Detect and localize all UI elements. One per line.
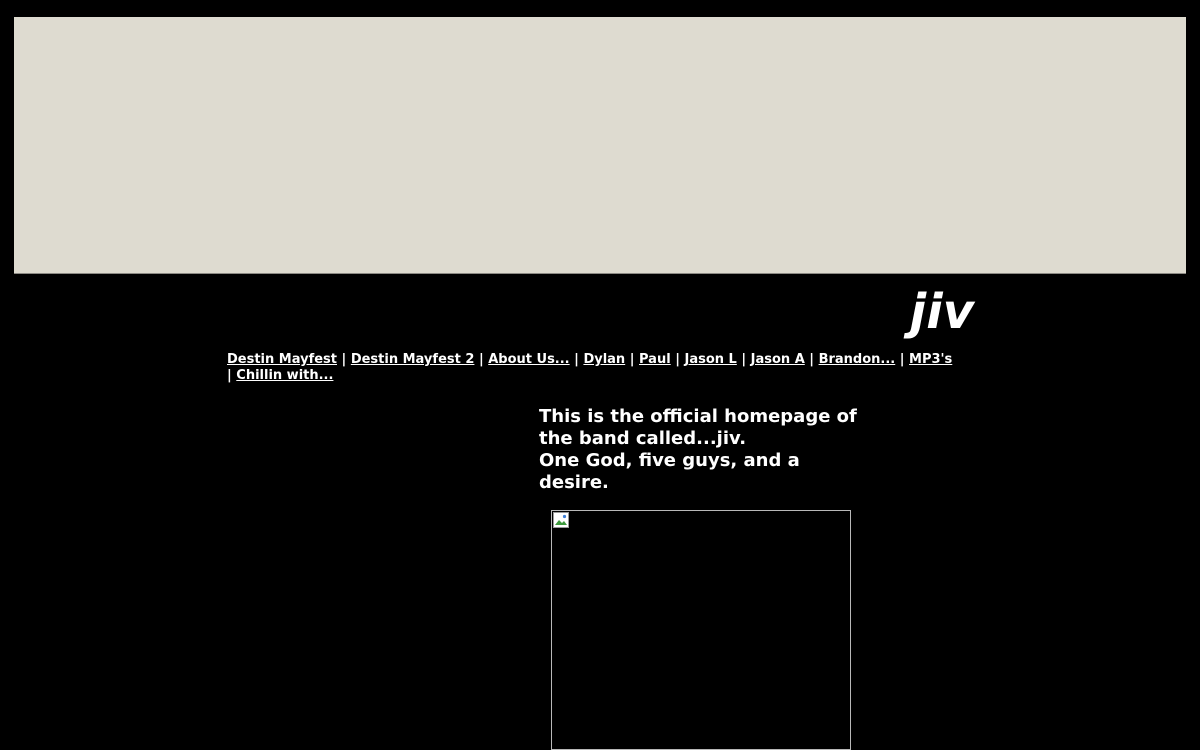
nav-link-jason-l[interactable]: Jason L (684, 352, 736, 367)
intro-line-official-homepage: This is the official homepage of the ban… (539, 406, 857, 449)
nav-link-paul[interactable]: Paul (639, 352, 671, 367)
nav-link-chillin-with[interactable]: Chillin with... (236, 368, 333, 383)
nav-link-about-us[interactable]: About Us... (488, 352, 569, 367)
nav-link-jason-a[interactable]: Jason A (751, 352, 805, 367)
nav-separator: | (809, 352, 815, 367)
intro-line-tagline: One God, five guys, and a desire. (539, 450, 800, 493)
nav-separator: | (899, 352, 905, 367)
intro-text: This is the official homepage of the ban… (539, 406, 869, 494)
broken-image-icon (553, 512, 569, 528)
nav-separator: | (227, 368, 232, 383)
nav-separator: | (629, 352, 635, 367)
nav-separator: | (478, 352, 484, 367)
nav-link-destin-mayfest[interactable]: Destin Mayfest (227, 352, 337, 367)
nav-bar: Destin Mayfest | Destin Mayfest 2 | Abou… (227, 352, 987, 384)
header-banner (14, 17, 1186, 274)
nav-separator: | (675, 352, 680, 367)
site-title: jiv (909, 284, 974, 340)
nav-link-dylan[interactable]: Dylan (583, 352, 625, 367)
nav-separator: | (741, 352, 747, 367)
nav-separator: | (574, 352, 579, 367)
nav-link-destin-mayfest-2[interactable]: Destin Mayfest 2 (351, 352, 475, 367)
nav-link-brandon[interactable]: Brandon... (819, 352, 896, 367)
band-photo (551, 510, 851, 750)
nav-link-mp3s[interactable]: MP3's (909, 352, 952, 367)
nav-separator: | (341, 352, 347, 367)
